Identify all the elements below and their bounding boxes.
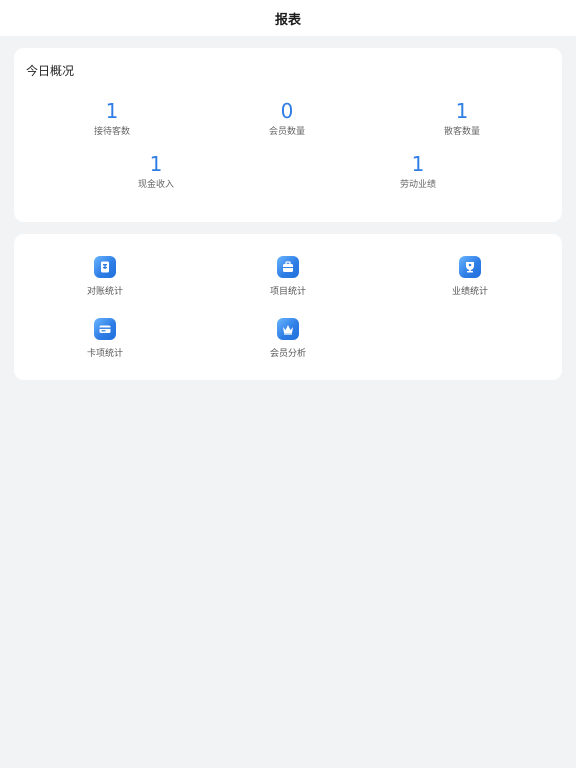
stat-reception[interactable]: 1 接待客数: [52, 100, 172, 137]
performance-icon: [459, 256, 481, 278]
stat-value: 1: [411, 152, 425, 176]
member-icon: [277, 318, 299, 340]
stat-label: 会员数量: [268, 127, 305, 137]
nav-bar: 报表: [0, 0, 576, 36]
stat-cash-income[interactable]: 1 现金收入: [96, 153, 216, 190]
overview-title: 今日概况: [26, 64, 75, 78]
stat-value: 1: [149, 152, 163, 176]
tool-card-items[interactable]: 卡项统计: [60, 318, 150, 359]
stat-label: 劳动业绩: [399, 180, 436, 190]
tool-reconcile[interactable]: 对账统计: [60, 256, 150, 297]
stat-members[interactable]: 0 会员数量: [227, 100, 347, 137]
tool-label: 对账统计: [86, 287, 123, 297]
stat-walkins[interactable]: 1 散客数量: [402, 100, 522, 137]
tool-project[interactable]: 项目统计: [243, 256, 333, 297]
stat-value: 0: [280, 99, 294, 123]
stat-labor-performance[interactable]: 1 劳动业绩: [358, 153, 478, 190]
tool-label: 卡项统计: [86, 349, 123, 359]
stat-label: 现金收入: [137, 180, 174, 190]
stat-label: 散客数量: [443, 127, 480, 137]
stat-label: 接待客数: [93, 127, 130, 137]
tool-member-analysis[interactable]: 会员分析: [243, 318, 333, 359]
overview-card: 今日概况 1 接待客数 0 会员数量 1 散客数量 1 现金收入 1 劳动业绩: [14, 48, 562, 222]
tool-performance[interactable]: 业绩统计: [425, 256, 515, 297]
tool-label: 会员分析: [269, 349, 306, 359]
tool-label: 业绩统计: [451, 287, 488, 297]
reconcile-icon: [94, 256, 116, 278]
tools-card: 对账统计 项目统计 业绩统计 卡项统计 会员分析: [14, 234, 562, 380]
project-icon: [277, 256, 299, 278]
page-title: 报表: [274, 12, 301, 28]
card-icon: [94, 318, 116, 340]
tool-label: 项目统计: [269, 287, 306, 297]
stat-value: 1: [105, 99, 119, 123]
stat-value: 1: [455, 99, 469, 123]
